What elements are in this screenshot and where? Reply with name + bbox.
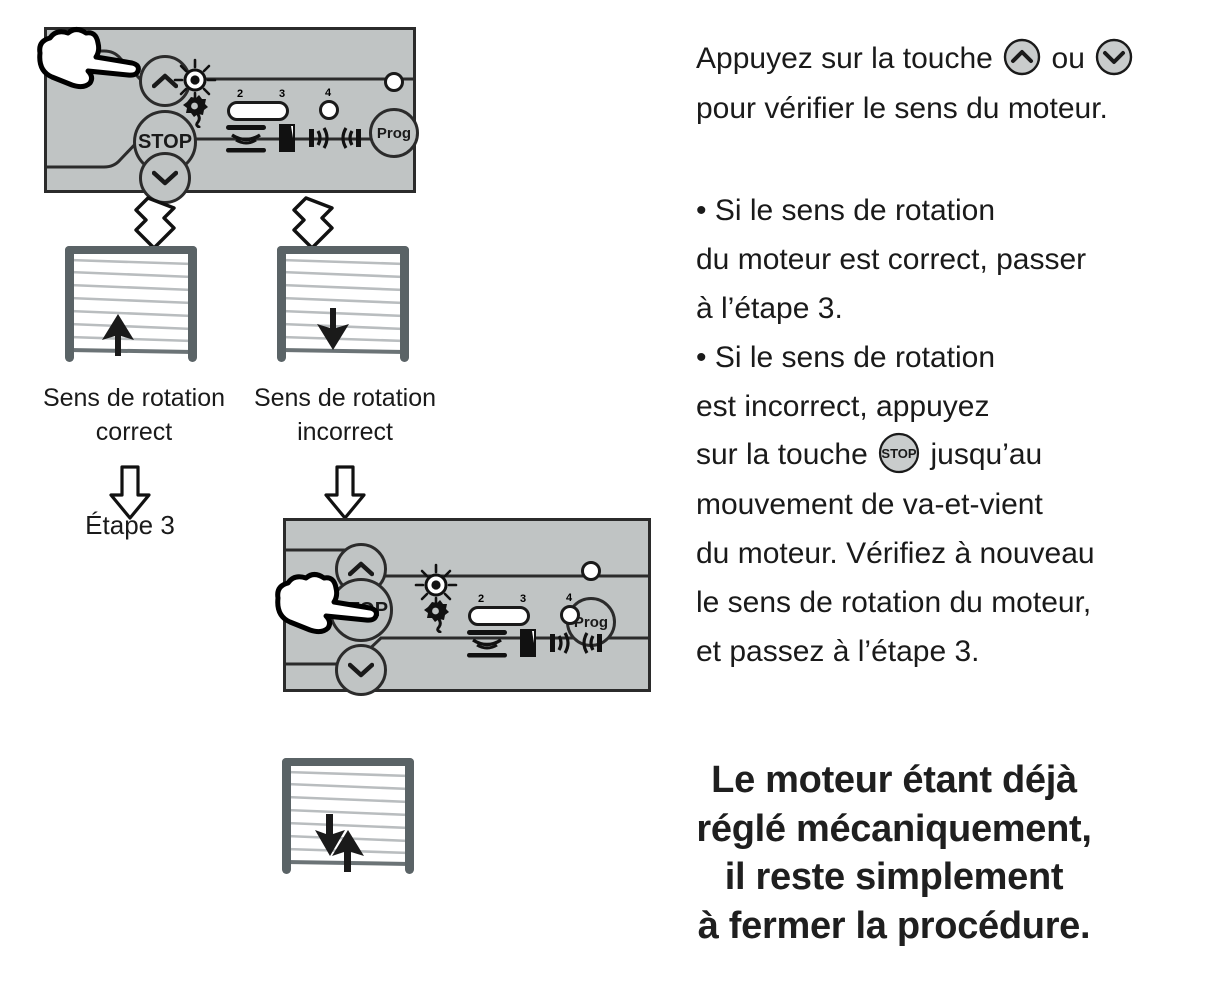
button-prog-top-label: Prog bbox=[376, 124, 412, 142]
svg-text:STOP: STOP bbox=[882, 446, 917, 461]
bullet2-line3-part1: sur la touche bbox=[696, 438, 868, 471]
inline-chevron-down-button[interactable] bbox=[1095, 38, 1133, 76]
led-label-3: 3 bbox=[520, 593, 527, 605]
caption-step3-label: Étape 3 bbox=[85, 510, 175, 540]
caption-incorrect-line1: Sens de rotation bbox=[253, 384, 437, 412]
caption-incorrect: Sens de rotation incorrect bbox=[232, 382, 458, 450]
shutter-correct bbox=[65, 246, 197, 362]
bullet2-line3: sur la touche STOP jusqu’au bbox=[696, 432, 1042, 477]
chevron-down-icon bbox=[152, 170, 178, 186]
bullet2-line1: • Si le sens de rotation bbox=[696, 341, 996, 374]
caption-correct: Sens de rotation correct bbox=[14, 382, 254, 450]
shutter-incorrect bbox=[277, 246, 409, 362]
bullet2-line3-part2: jusqu’au bbox=[930, 438, 1043, 471]
led-label-4: 4 bbox=[566, 592, 573, 604]
bullet1-line2: du moteur est correct, passer bbox=[696, 243, 1087, 276]
led-label-3: 3 bbox=[279, 88, 286, 100]
led-label-2: 2 bbox=[237, 88, 244, 100]
button-stop-top-label: STOP bbox=[137, 130, 193, 153]
button-prog-top[interactable]: Prog bbox=[369, 108, 419, 158]
caption-incorrect-line2: incorrect bbox=[297, 417, 393, 446]
radio-signal-icon bbox=[309, 127, 361, 149]
conclusion-line3: il reste simplement bbox=[724, 856, 1064, 899]
led-indicator-23 bbox=[468, 606, 530, 626]
instruction-line-1: Appuyez sur la touche ou bbox=[696, 36, 1135, 81]
led-label-4: 4 bbox=[325, 87, 332, 99]
wind-sensor-icon bbox=[226, 125, 266, 153]
conclusion-line2: réglé mécaniquement, bbox=[696, 807, 1092, 850]
bullet1-line1: • Si le sens de rotation bbox=[696, 194, 996, 227]
conclusion-line1: Le moteur étant déjà bbox=[711, 759, 1077, 801]
led-indicator-4 bbox=[560, 605, 580, 625]
battery-card-icon bbox=[279, 124, 295, 152]
conclusion-line4: à fermer la procédure. bbox=[697, 904, 1091, 947]
bullet2-line4: mouvement de va-et-vient bbox=[696, 488, 1043, 521]
conclusion-text: Le moteur étant déjà réglé mécaniquement… bbox=[566, 756, 1222, 951]
shutter-va-et-vient bbox=[282, 758, 414, 874]
radio-signal-icon bbox=[550, 632, 602, 654]
led-indicator-4 bbox=[319, 100, 339, 120]
wind-sensor-icon bbox=[467, 630, 507, 658]
bullet2-line6: le sens de rotation du moteur, bbox=[696, 586, 1092, 619]
led-indicator-prog bbox=[384, 72, 404, 92]
caption-step3: Étape 3 bbox=[40, 508, 220, 543]
bullet2-line5: du moteur. Vérifiez à nouveau bbox=[696, 537, 1095, 570]
hand-pointer-bottom bbox=[275, 572, 379, 635]
caption-correct-line1: Sens de rotation bbox=[42, 384, 226, 412]
inline-stop-button[interactable]: STOP bbox=[878, 432, 920, 474]
inline-chevron-up-button[interactable] bbox=[1003, 38, 1041, 76]
wrench-setting-icon bbox=[183, 95, 208, 128]
led-indicator-23 bbox=[227, 101, 289, 121]
led-indicator-prog bbox=[581, 561, 601, 581]
bullet2-line7: et passez à l’étape 3. bbox=[696, 635, 980, 668]
chevron-down-icon bbox=[348, 662, 374, 678]
hand-pointer-top bbox=[37, 27, 141, 90]
instruction-line1-part1: Appuyez sur la touche bbox=[696, 42, 993, 75]
wrench-setting-icon bbox=[424, 600, 449, 633]
button-down-bottom[interactable] bbox=[335, 644, 387, 696]
instruction-line1-part2: ou bbox=[1051, 42, 1085, 75]
instruction-line-2: pour vérifier le sens du moteur. bbox=[696, 92, 1108, 125]
bullet2-line2: est incorrect, appuyez bbox=[696, 390, 990, 423]
arrow-down-small-right bbox=[324, 465, 366, 520]
led-label-2: 2 bbox=[478, 593, 485, 605]
caption-correct-line2: correct bbox=[95, 417, 173, 446]
bullet1-line3: à l’étape 3. bbox=[696, 292, 843, 325]
battery-card-icon bbox=[520, 629, 536, 657]
